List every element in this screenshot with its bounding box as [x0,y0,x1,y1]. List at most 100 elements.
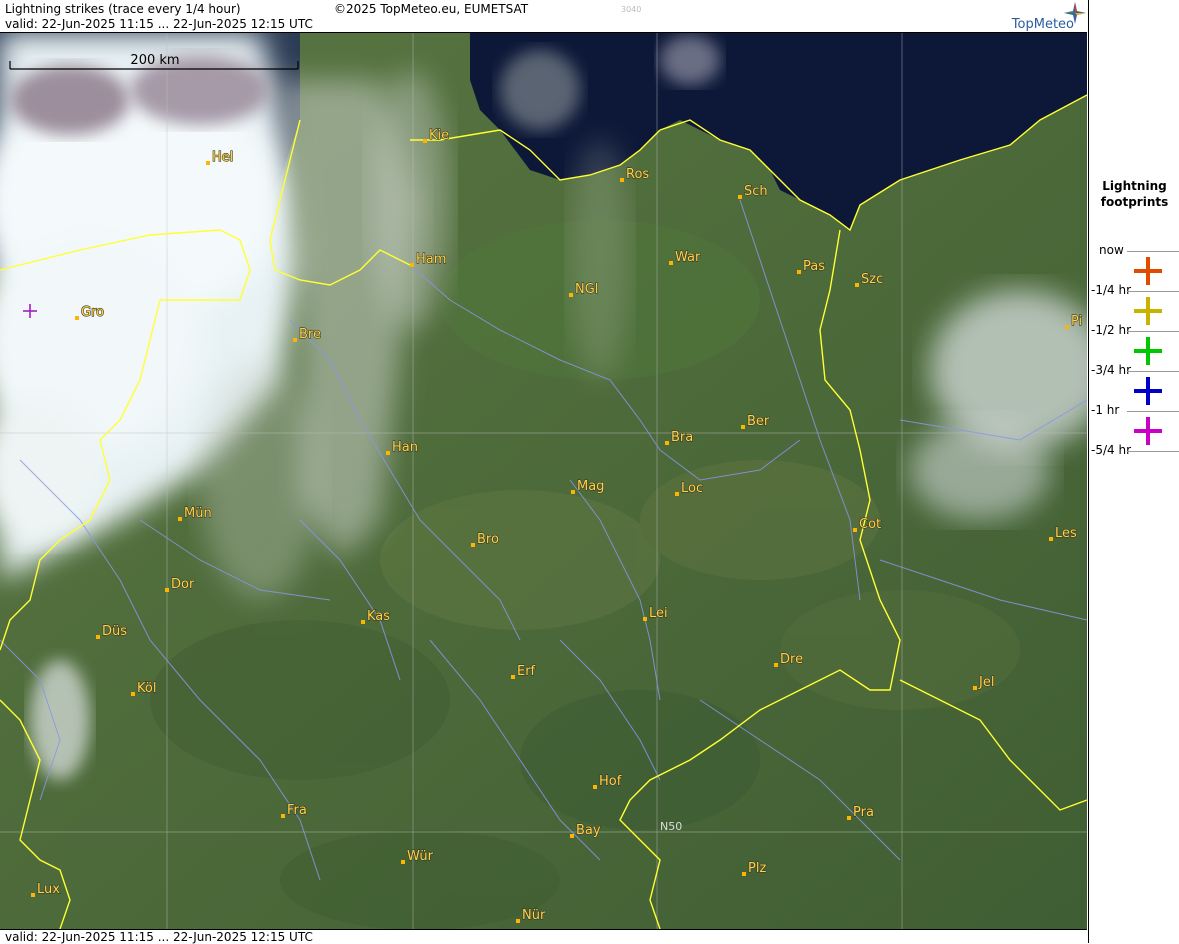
city-label: Hof [599,774,622,789]
city-dot [131,692,135,696]
city-dot [1065,325,1069,329]
city-label: Szc [861,272,883,287]
product-code: 3040 [621,5,642,14]
city-dot [75,316,79,320]
city-label: Kie [429,128,449,143]
legend-divider [1127,451,1179,452]
city-dot [293,338,297,342]
satellite-map[interactable]: 200 km N50 Kie Hel Ros Sch Ham War Pas Szc NGl Gr… [0,33,1087,929]
city-label: Sch [744,184,768,199]
valid-time-bottom: valid: 22-Jun-2025 11:15 ... 22-Jun-2025… [5,930,313,944]
legend-divider [1127,371,1179,372]
lightning-cross-icon [1134,257,1162,285]
city-label: Mün [184,506,212,521]
city-dot [855,283,859,287]
legend-label: -1/2 hr [1091,323,1131,337]
city-dot [620,178,624,182]
city-dot [410,263,414,267]
city-ham: Ham [410,251,447,268]
legend-label: now [1099,243,1124,257]
city-label: Wür [407,849,434,864]
city-label: Kas [367,609,390,624]
scale-label: 200 km [130,53,179,68]
lightning-cross-icon [1134,297,1162,325]
city-dot [675,492,679,496]
city-dot [1049,537,1053,541]
city-dot [516,919,520,923]
city-dot [973,686,977,690]
city-dot [643,617,647,621]
city-label: Bro [477,532,499,547]
city-dot [741,425,745,429]
city-dot [738,195,742,199]
legend-title-line1: Lightning [1102,179,1167,193]
city-dot [847,816,851,820]
legend-title-line2: footprints [1100,195,1169,209]
city-label: Erf [517,664,536,679]
city-label: Hel [212,150,233,165]
city-label: Lux [37,882,60,897]
lightning-cross-icon [1134,377,1162,405]
city-label: Jel [978,675,994,690]
city-label: Gro [81,305,104,320]
city-label: Dor [171,577,195,592]
map-title: Lightning strikes (trace every 1/4 hour) [5,2,241,16]
legend-title: Lightning footprints [1089,178,1179,210]
city-dot [31,893,35,897]
city-dot [511,675,515,679]
city-label: Ber [747,414,770,429]
city-label: Bra [671,430,693,445]
city-dot [165,588,169,592]
logo-text: TopMeteo [1011,17,1074,32]
city-dot [797,270,801,274]
city-label: Nür [522,908,546,923]
city-mag: Mag [571,478,605,495]
city-label: Bre [299,327,321,342]
city-dot [669,261,673,265]
legend-divider [1127,411,1179,412]
city-label: Cot [859,517,881,532]
map-footer: valid: 22-Jun-2025 11:15 ... 22-Jun-2025… [0,929,1087,944]
city-dot [853,528,857,532]
city-dot [665,441,669,445]
legend-divider [1127,291,1179,292]
legend-divider [1127,251,1179,252]
city-label: Köl [137,681,156,696]
city-label: Fra [287,803,307,818]
city-dot [423,139,427,143]
city-label: War [675,250,701,265]
legend-label: -5/4 hr [1091,443,1131,457]
lightning-cross-icon [1134,417,1162,445]
city-label: Lei [649,606,668,621]
legend-label: -1/4 hr [1091,283,1131,297]
legend-panel: Lightning footprints now -1/4 hr -1/2 hr -3… [1088,0,1179,943]
city-label: Les [1055,526,1077,541]
city-label: Pas [803,259,825,274]
city-dot [471,543,475,547]
city-dot [178,517,182,521]
legend-divider [1127,331,1179,332]
lightning-cross-icon [1134,337,1162,365]
topmeteo-logo[interactable]: TopMeteo [994,2,1086,32]
latitude-label: N50 [660,820,682,833]
city-label: Han [392,440,418,455]
city-dot [774,663,778,667]
city-dot [569,293,573,297]
city-dot [401,860,405,864]
city-label: Dre [780,652,803,667]
city-mün: Mün [178,505,212,522]
city-dot [570,834,574,838]
city-dot [742,872,746,876]
city-label: Pi [1071,314,1082,329]
city-dot [361,620,365,624]
city-dot [206,161,210,165]
city-label: Pra [853,805,874,820]
city-dot [281,814,285,818]
city-label: Ros [626,167,649,182]
city-label: Ham [416,252,446,267]
map-header: Lightning strikes (trace every 1/4 hour)… [0,0,1087,33]
city-dot [386,451,390,455]
city-dot [571,490,575,494]
city-label: Loc [681,481,703,496]
city-label: NGl [575,282,598,297]
